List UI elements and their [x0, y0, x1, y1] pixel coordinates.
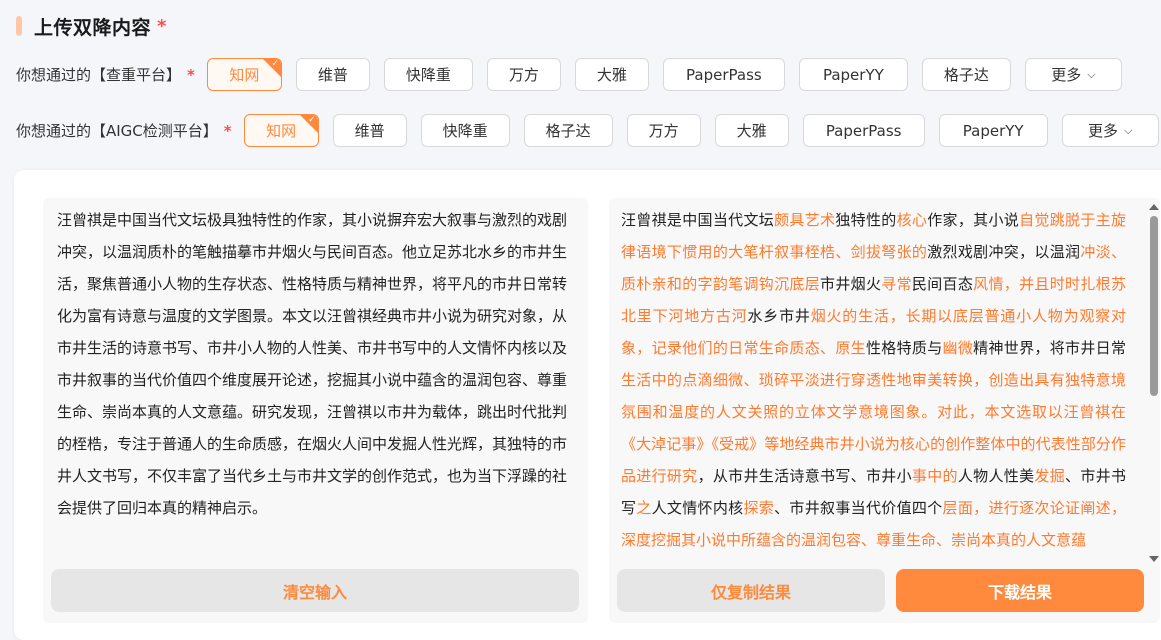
original-segment: 汪曾祺是中国当代文坛: [621, 211, 775, 229]
original-segment: 市井烟火: [820, 275, 882, 293]
copy-result-button[interactable]: 仅复制结果: [617, 569, 885, 612]
original-segment: 、市井叙事当代价值四个: [774, 499, 943, 517]
chip-label: PaperPass: [686, 65, 762, 84]
aigc-option-cnki[interactable]: 知网 ✓: [243, 114, 319, 147]
plagiarism-option-wanfang[interactable]: 万方: [486, 58, 561, 91]
scroll-down-arrow-icon[interactable]: [1149, 556, 1159, 562]
plagiarism-more-dropdown[interactable]: 更多 ⌵: [1024, 58, 1122, 91]
aigc-platform-label: 你想通过的【AIGC检测平台】: [16, 122, 218, 140]
rewritten-segment: 探索: [743, 499, 775, 517]
original-segment: ，从市井生活诗意书写、市井小: [697, 467, 912, 485]
rewritten-segment: 幽微: [942, 339, 974, 357]
rewritten-segment: 之: [636, 499, 652, 517]
chip-label: 格子达: [943, 66, 989, 84]
chip-label: 万方: [648, 122, 679, 140]
required-mark: *: [157, 15, 167, 37]
check-icon: ✓: [308, 115, 316, 125]
section-title: 上传双降内容: [34, 16, 152, 39]
chevron-down-icon: ⌵: [1123, 123, 1133, 137]
chip-label: 万方: [508, 66, 539, 84]
required-mark: *: [187, 65, 195, 84]
input-box: 汪曾祺是中国当代文坛极具独特性的作家，其小说摒弃宏大叙事与激烈的戏剧冲突，以温润…: [43, 198, 588, 623]
chip-label: 快降重: [442, 122, 488, 140]
output-box: 汪曾祺是中国当代文坛颇具艺术独特性的核心作家，其小说自觉跳脱于主旋律语境下惯用的…: [609, 198, 1160, 623]
input-textarea[interactable]: 汪曾祺是中国当代文坛极具独特性的作家，其小说摒弃宏大叙事与激烈的戏剧冲突，以温润…: [57, 204, 567, 524]
required-mark: *: [223, 121, 232, 140]
chip-label: 知网: [266, 122, 297, 140]
section-header: 上传双降内容 *: [16, 12, 166, 40]
scroll-up-arrow-icon[interactable]: [1149, 204, 1159, 210]
aigc-option-daya[interactable]: 大雅: [714, 114, 789, 147]
rewritten-segment: 颇具艺术: [774, 211, 836, 229]
original-segment: 作家，其小说: [927, 211, 1020, 229]
chip-label: 快降重: [405, 66, 451, 84]
plagiarism-platform-row: 你想通过的【查重平台】 * 知网 ✓ 维普 快降重 万方 大雅 PaperPas…: [16, 58, 1136, 91]
original-segment: 激烈戏剧冲突，以温润: [927, 243, 1081, 261]
more-label: 更多: [1051, 66, 1082, 84]
output-text: 汪曾祺是中国当代文坛颇具艺术独特性的核心作家，其小说自觉跳脱于主旋律语境下惯用的…: [621, 204, 1126, 556]
original-segment: 精神世界，将市井日常: [973, 339, 1126, 357]
aigc-option-kuaijiangchong[interactable]: 快降重: [420, 114, 510, 147]
plagiarism-option-gezida[interactable]: 格子达: [921, 58, 1011, 91]
plagiarism-option-daya[interactable]: 大雅: [574, 58, 649, 91]
chip-label: 大雅: [596, 66, 627, 84]
rewritten-segment: 寻常: [881, 275, 912, 293]
original-segment: 人物人性美: [957, 467, 1035, 485]
content-panel: 汪曾祺是中国当代文坛极具独特性的作家，其小说摒弃宏大叙事与激烈的戏剧冲突，以温润…: [14, 170, 1161, 640]
plagiarism-option-kuaijiangchong[interactable]: 快降重: [383, 58, 473, 91]
chip-label: PaperYY: [962, 121, 1024, 140]
aigc-platform-row: 你想通过的【AIGC检测平台】 * 知网 ✓ 维普 快降重 格子达 万方 大雅 …: [16, 114, 1161, 147]
plagiarism-option-weipu[interactable]: 维普: [295, 58, 370, 91]
header-accent-bar: [16, 16, 22, 36]
chip-label: PaperPass: [825, 121, 902, 140]
chevron-down-icon: ⌵: [1087, 67, 1096, 81]
download-result-button[interactable]: 下载结果: [896, 569, 1144, 612]
original-segment: 性格特质与: [865, 339, 943, 357]
plagiarism-option-paperyy[interactable]: PaperYY: [798, 58, 908, 91]
output-scrollbar[interactable]: [1150, 216, 1158, 396]
chip-label: PaperYY: [822, 65, 884, 84]
clear-input-button[interactable]: 清空输入: [51, 569, 579, 612]
aigc-more-dropdown[interactable]: 更多 ⌵: [1061, 114, 1159, 147]
plagiarism-platform-label: 你想通过的【查重平台】: [16, 66, 182, 84]
original-segment: 人文情怀内核: [651, 499, 744, 517]
original-segment: 独特性的: [835, 211, 897, 229]
chip-label: 大雅: [736, 122, 767, 140]
chip-label: 知网: [229, 66, 260, 84]
more-label: 更多: [1087, 122, 1118, 140]
aigc-option-paperpass[interactable]: PaperPass: [802, 114, 925, 147]
check-icon: ✓: [271, 59, 279, 69]
aigc-option-paperyy[interactable]: PaperYY: [938, 114, 1048, 147]
original-segment: 水乡市井: [747, 307, 811, 325]
aigc-option-gezida[interactable]: 格子达: [523, 114, 613, 147]
chip-label: 格子达: [545, 122, 591, 140]
rewritten-segment: 核心: [896, 211, 928, 229]
chip-label: 维普: [354, 122, 385, 140]
aigc-option-wanfang[interactable]: 万方: [626, 114, 701, 147]
plagiarism-option-cnki[interactable]: 知网 ✓: [206, 58, 282, 91]
aigc-option-weipu[interactable]: 维普: [332, 114, 407, 147]
rewritten-segment: 发掘: [1034, 467, 1066, 485]
rewritten-segment: 事中的: [911, 467, 958, 485]
chip-label: 维普: [317, 66, 348, 84]
original-segment: 民间百态: [911, 275, 974, 293]
plagiarism-option-paperpass[interactable]: PaperPass: [662, 58, 785, 91]
